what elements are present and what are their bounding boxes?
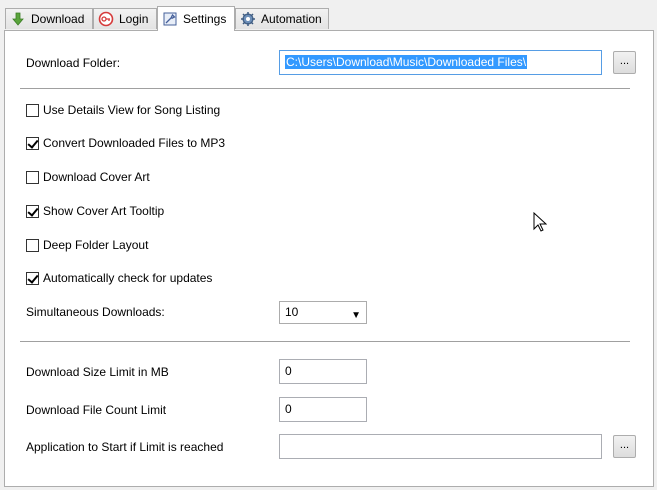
checkbox-check-updates[interactable] bbox=[26, 271, 39, 285]
chevron-down-icon: ▼ bbox=[351, 310, 361, 321]
download-folder-field[interactable]: C:\Users\Download\Music\Downloaded Files… bbox=[279, 50, 602, 75]
login-icon bbox=[98, 11, 114, 27]
checkbox-cover-art[interactable] bbox=[26, 170, 39, 184]
divider bbox=[20, 88, 630, 89]
settings-icon bbox=[162, 11, 178, 27]
tab-automation-label: Automation bbox=[261, 12, 322, 26]
option-details-view[interactable]: Use Details View for Song Listing bbox=[26, 103, 220, 117]
tab-download-label: Download bbox=[31, 12, 85, 26]
size-limit-label: Download Size Limit in MB bbox=[26, 365, 169, 379]
count-limit-input[interactable]: 0 bbox=[279, 397, 367, 422]
simultaneous-downloads-select[interactable]: 10 ▼ bbox=[279, 301, 367, 324]
download-folder-label: Download Folder: bbox=[26, 56, 121, 70]
divider bbox=[20, 341, 630, 342]
tab-automation[interactable]: Automation bbox=[235, 8, 329, 29]
download-folder-value: C:\Users\Download\Music\Downloaded Files… bbox=[285, 55, 528, 69]
checkbox-deep-folder[interactable] bbox=[26, 238, 39, 252]
checkbox-cover-art-tooltip[interactable] bbox=[26, 204, 39, 218]
tab-strip: Download Login Settings Automation bbox=[0, 0, 657, 31]
tab-settings-label: Settings bbox=[183, 12, 227, 26]
option-deep-folder[interactable]: Deep Folder Layout bbox=[26, 238, 148, 252]
browse-folder-button[interactable]: ... bbox=[613, 51, 636, 74]
download-arrow-icon bbox=[10, 11, 26, 27]
option-cover-art[interactable]: Download Cover Art bbox=[26, 170, 150, 184]
simultaneous-downloads-value: 10 bbox=[285, 305, 299, 319]
option-deep-folder-label: Deep Folder Layout bbox=[43, 238, 149, 252]
option-cover-art-tooltip-label: Show Cover Art Tooltip bbox=[43, 204, 165, 218]
option-cover-art-tooltip[interactable]: Show Cover Art Tooltip bbox=[26, 204, 164, 218]
mouse-cursor-icon bbox=[533, 211, 548, 235]
option-convert-mp3-label: Convert Downloaded Files to MP3 bbox=[43, 136, 226, 150]
option-check-updates[interactable]: Automatically check for updates bbox=[26, 271, 212, 285]
app-start-label: Application to Start if Limit is reached bbox=[26, 440, 224, 454]
tab-settings[interactable]: Settings bbox=[157, 6, 235, 31]
count-limit-label: Download File Count Limit bbox=[26, 403, 167, 417]
tab-login[interactable]: Login bbox=[93, 8, 157, 29]
option-check-updates-label: Automatically check for updates bbox=[43, 271, 213, 285]
option-cover-art-label: Download Cover Art bbox=[43, 170, 150, 184]
checkbox-details-view[interactable] bbox=[26, 103, 39, 117]
tab-login-label: Login bbox=[119, 12, 149, 26]
checkbox-convert-mp3[interactable] bbox=[26, 136, 39, 150]
gear-icon bbox=[240, 11, 256, 27]
browse-app-button[interactable]: ... bbox=[613, 435, 636, 458]
size-limit-input[interactable]: 0 bbox=[279, 359, 367, 384]
option-details-view-label: Use Details View for Song Listing bbox=[43, 103, 221, 117]
app-start-input[interactable] bbox=[279, 434, 602, 459]
simultaneous-downloads-label: Simultaneous Downloads: bbox=[26, 305, 165, 319]
tab-download[interactable]: Download bbox=[5, 8, 93, 29]
option-convert-mp3[interactable]: Convert Downloaded Files to MP3 bbox=[26, 136, 225, 150]
